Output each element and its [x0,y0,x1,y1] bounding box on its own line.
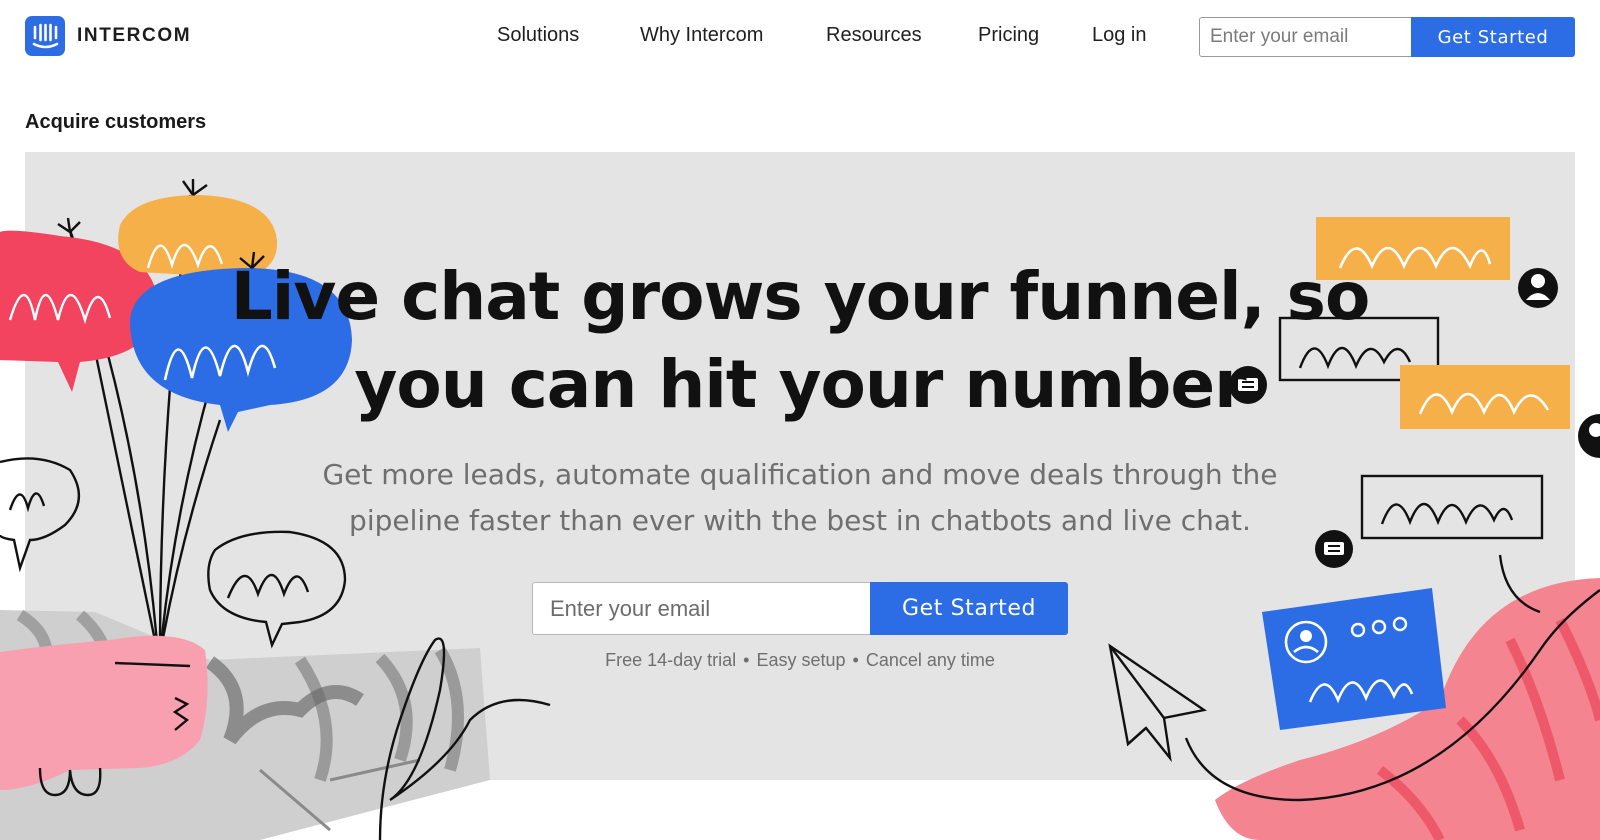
nav-resources[interactable]: Resources [826,24,922,47]
header-email-input[interactable] [1199,17,1411,57]
header-get-started-button[interactable]: Get Started [1411,17,1575,57]
intercom-logo[interactable]: INTERCOM [25,16,191,56]
perk-easy-setup: Easy setup [756,650,846,670]
perk-separator: • [852,650,859,670]
hero-subtext-line1: Get more leads, automate qualification a… [322,458,1278,491]
hero-subtext-line2: pipeline faster than ever with the best … [349,504,1251,537]
logo-wordmark: INTERCOM [77,25,192,46]
hero-signup-form: Get Started [532,582,1068,635]
nav-pricing[interactable]: Pricing [978,24,1039,47]
header-signup-form: Get Started [1199,17,1575,57]
perk-free-trial: Free 14-day trial [605,650,737,670]
perk-cancel-any-time: Cancel any time [865,650,995,670]
user-avatar-icon [1578,414,1600,458]
nav-solutions[interactable]: Solutions [497,24,579,47]
perks-list: Free 14-day trial • Easy setup • Cancel any … [500,650,1100,671]
hero-headline-line2: you can hit your number [354,346,1246,423]
hero-headline-line1: Live chat grows your funnel, so [230,258,1371,335]
hero-email-input[interactable] [532,582,870,635]
nav-log-in[interactable]: Log in [1092,24,1147,47]
nav-why-intercom[interactable]: Why Intercom [640,24,763,47]
section-eyebrow: Acquire customers [25,111,207,133]
hero-get-started-button[interactable]: Get Started [870,582,1068,635]
perk-separator: • [743,650,750,670]
intercom-logo-icon [25,16,65,56]
